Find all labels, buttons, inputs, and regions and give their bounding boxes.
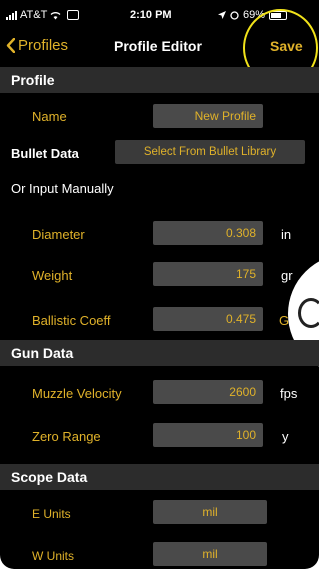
signal-icon — [6, 10, 17, 20]
back-button[interactable]: Profiles — [6, 37, 68, 54]
status-time: 2:10 PM — [130, 9, 172, 21]
e-units-selector[interactable]: mil — [153, 500, 267, 524]
diameter-unit: in — [281, 227, 292, 242]
ballistic-coeff-field[interactable]: 0.475 — [153, 307, 263, 331]
wifi-icon — [50, 11, 61, 19]
name-label: Name — [32, 109, 67, 124]
input-manually-label: Or Input Manually — [11, 181, 114, 196]
section-header-gun-data: Gun Data — [0, 340, 319, 366]
status-right: 69% — [218, 9, 288, 21]
chevron-left-icon — [6, 38, 15, 53]
diameter-label: Diameter — [32, 227, 85, 242]
alarm-icon — [230, 10, 239, 20]
weight-field[interactable]: 175 — [153, 262, 263, 286]
name-field[interactable]: New Profile — [153, 104, 263, 128]
zero-range-label: Zero Range — [32, 429, 101, 444]
weight-label: Weight — [32, 268, 73, 283]
select-bullet-library-button[interactable]: Select From Bullet Library — [115, 140, 305, 164]
battery-saver-icon — [67, 10, 80, 20]
w-units-selector[interactable]: mil — [153, 542, 267, 566]
save-button[interactable]: Save — [270, 38, 303, 54]
w-units-label: W Units — [32, 549, 74, 563]
carrier-label: AT&T — [20, 9, 48, 21]
back-label: Profiles — [18, 37, 69, 54]
muzzle-velocity-unit: fps — [280, 386, 298, 401]
battery-icon — [269, 10, 288, 20]
zero-range-unit: y — [282, 429, 289, 444]
battery-percent: 69% — [243, 9, 266, 21]
navigation-bar: Profiles Profile Editor Save — [0, 30, 319, 62]
ballistic-coeff-label: Ballistic Coeff — [32, 313, 111, 328]
weight-unit: gr — [281, 268, 293, 283]
overlay-ring-icon — [298, 298, 319, 328]
muzzle-velocity-field[interactable]: 2600 — [153, 380, 263, 404]
diameter-field[interactable]: 0.308 — [153, 221, 263, 245]
status-bar: AT&T 2:10 PM 69% — [0, 0, 319, 30]
zero-range-field[interactable]: 100 — [153, 423, 263, 447]
status-left: AT&T — [6, 9, 80, 21]
section-header-scope-data: Scope Data — [0, 464, 319, 490]
page-title: Profile Editor — [114, 38, 202, 54]
bullet-data-heading: Bullet Data — [11, 146, 79, 161]
phone-screen: AT&T 2:10 PM 69% Profiles Profile Editor… — [0, 0, 319, 569]
muzzle-velocity-label: Muzzle Velocity — [32, 386, 122, 401]
e-units-label: E Units — [32, 507, 71, 521]
section-header-profile: Profile — [0, 67, 319, 93]
location-arrow-icon — [218, 11, 226, 19]
